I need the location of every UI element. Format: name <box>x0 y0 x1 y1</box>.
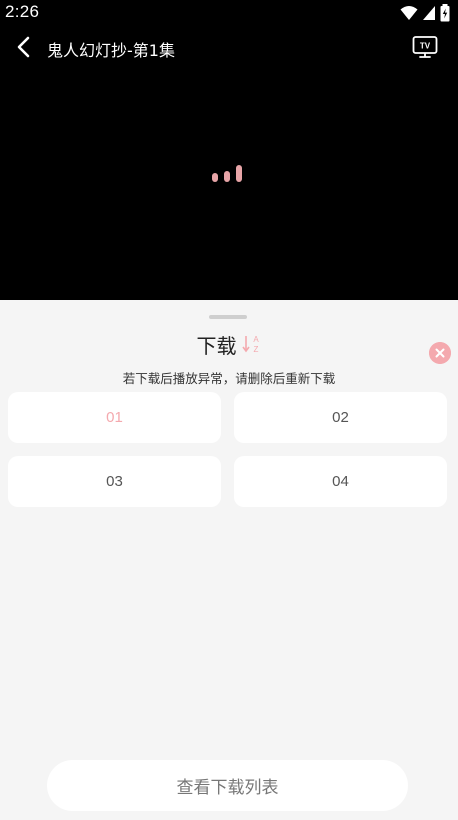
episode-tile-04[interactable]: 04 <box>234 456 447 507</box>
battery-charging-icon <box>440 4 450 22</box>
episode-tile-02[interactable]: 02 <box>234 392 447 443</box>
tv-label: TV <box>420 42 431 51</box>
close-circle-icon <box>429 342 451 364</box>
chevron-left-icon <box>17 36 30 58</box>
view-download-list-button[interactable]: 查看下载列表 <box>47 760 408 811</box>
sheet-title: 下载 <box>196 333 237 358</box>
tv-cast-icon: TV <box>412 36 438 58</box>
tv-cast-button[interactable]: TV <box>412 34 438 60</box>
sort-az-icon[interactable]: A Z <box>241 333 262 355</box>
drag-handle[interactable] <box>209 315 247 319</box>
status-bar: 2:26 <box>0 0 458 26</box>
wifi-icon <box>400 6 418 20</box>
back-button[interactable] <box>12 35 36 59</box>
download-sheet: 下载 A Z 若下载后播放异常，请删除后重新下载 01 02 03 04 查看下… <box>0 300 458 820</box>
close-button[interactable] <box>429 342 451 364</box>
sheet-header: 下载 A Z <box>0 330 458 358</box>
sort-letter-a: A <box>253 335 259 344</box>
episode-tile-01[interactable]: 01 <box>8 392 221 443</box>
download-notice: 若下载后播放异常，请删除后重新下载 <box>122 371 336 386</box>
video-player[interactable]: 鬼人幻灯抄-第1集 TV <box>0 26 458 300</box>
sort-letter-z: Z <box>253 345 258 354</box>
episode-grid: 01 02 03 04 <box>8 392 448 507</box>
status-time: 2:26 <box>5 2 40 21</box>
signal-icon <box>423 6 435 20</box>
video-title: 鬼人幻灯抄-第1集 <box>47 41 175 60</box>
app-screen: 2:26 鬼人幻灯抄-第1集 TV 下载 A Z 若下载后播放异常，请删除后重新… <box>0 0 458 820</box>
loading-bars-icon <box>212 165 242 182</box>
status-icons <box>400 4 450 22</box>
episode-tile-03[interactable]: 03 <box>8 456 221 507</box>
